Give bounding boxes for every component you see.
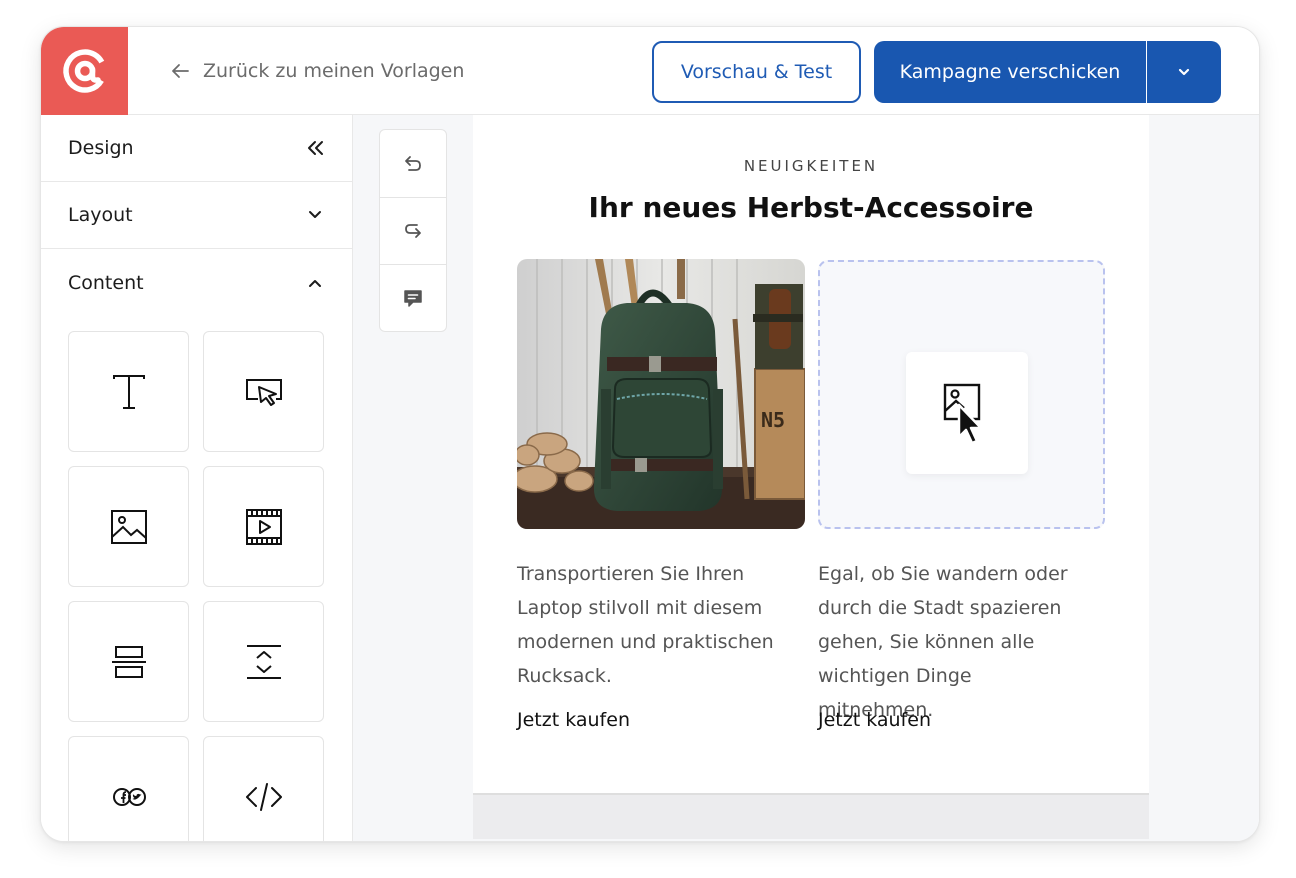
comment-icon <box>404 290 422 307</box>
text-block-icon <box>112 374 145 409</box>
brand-logo[interactable] <box>41 27 128 115</box>
back-link-label: Zurück zu meinen Vorlagen <box>203 60 465 82</box>
email-footer-area <box>473 793 1149 839</box>
content-block-button[interactable] <box>203 331 324 452</box>
column-2-text[interactable]: Egal, ob Sie wandern oder durch die Stad… <box>818 557 1088 727</box>
editor-toolbox <box>379 129 447 332</box>
editor-sidebar: Design Layout Content <box>41 115 353 841</box>
column-1-text[interactable]: Transportieren Sie Ihren Laptop stilvoll… <box>517 557 787 693</box>
sidebar-section-label: Design <box>68 137 134 159</box>
content-block-spacer[interactable] <box>203 601 324 722</box>
content-block-social[interactable] <box>68 736 189 841</box>
sidebar-section-label: Layout <box>68 204 133 226</box>
sidebar-section-design[interactable]: Design <box>41 115 352 182</box>
content-block-text[interactable] <box>68 331 189 452</box>
back-to-templates-link[interactable]: Zurück zu meinen Vorlagen <box>169 57 464 85</box>
undo-icon <box>405 155 421 171</box>
editor-canvas: NEUIGKEITEN Ihr neues Herbst-Accessoire <box>353 115 1259 841</box>
chevron-up-icon <box>309 279 321 287</box>
email-headline[interactable]: Ihr neues Herbst-Accessoire <box>473 191 1149 224</box>
send-options-dropdown[interactable] <box>1147 41 1221 103</box>
backpack-photo[interactable]: N5 <box>517 259 805 529</box>
undo-button[interactable] <box>380 130 446 197</box>
sidebar-section-layout[interactable]: Layout <box>41 182 352 249</box>
image-drop-zone[interactable] <box>818 260 1105 529</box>
email-eyebrow[interactable]: NEUIGKEITEN <box>473 157 1149 175</box>
image-upload-cursor-icon <box>943 383 983 445</box>
content-block-html[interactable] <box>203 736 324 841</box>
comment-button[interactable] <box>380 264 446 331</box>
column-2-cta-link[interactable]: Jetzt kaufen <box>818 709 931 731</box>
arrow-left-icon <box>172 64 189 78</box>
content-block-video[interactable] <box>203 466 324 587</box>
backpack-photo-graphic: N5 <box>517 259 805 529</box>
top-bar: Zurück zu meinen Vorlagen Vorschau & Tes… <box>41 27 1259 115</box>
chevron-down-icon <box>309 211 321 218</box>
social-block-icon <box>112 787 146 806</box>
sidebar-section-content[interactable]: Content <box>41 249 352 316</box>
sidebar-section-label: Content <box>68 271 144 294</box>
button-block-icon <box>245 378 282 406</box>
at-sign-logo-icon <box>62 49 107 93</box>
redo-icon <box>405 224 421 238</box>
divider-block-icon <box>111 645 146 678</box>
email-template: NEUIGKEITEN Ihr neues Herbst-Accessoire <box>473 115 1149 793</box>
send-campaign-button[interactable]: Kampagne verschicken <box>874 41 1146 103</box>
spacer-block-icon <box>246 644 281 679</box>
video-block-icon <box>245 508 282 545</box>
image-drop-card[interactable] <box>906 352 1028 474</box>
html-code-block-icon <box>245 782 282 811</box>
app-window: Zurück zu meinen Vorlagen Vorschau & Tes… <box>40 26 1260 842</box>
image-block-icon <box>110 509 147 544</box>
content-block-image[interactable] <box>68 466 189 587</box>
chevron-down-icon <box>1178 68 1190 76</box>
svg-text:N5: N5 <box>761 408 785 432</box>
redo-button[interactable] <box>380 197 446 264</box>
preview-test-button[interactable]: Vorschau & Test <box>652 41 861 103</box>
double-chevron-left-icon[interactable] <box>304 137 326 159</box>
column-1-cta-link[interactable]: Jetzt kaufen <box>517 709 630 731</box>
content-block-divider[interactable] <box>68 601 189 722</box>
